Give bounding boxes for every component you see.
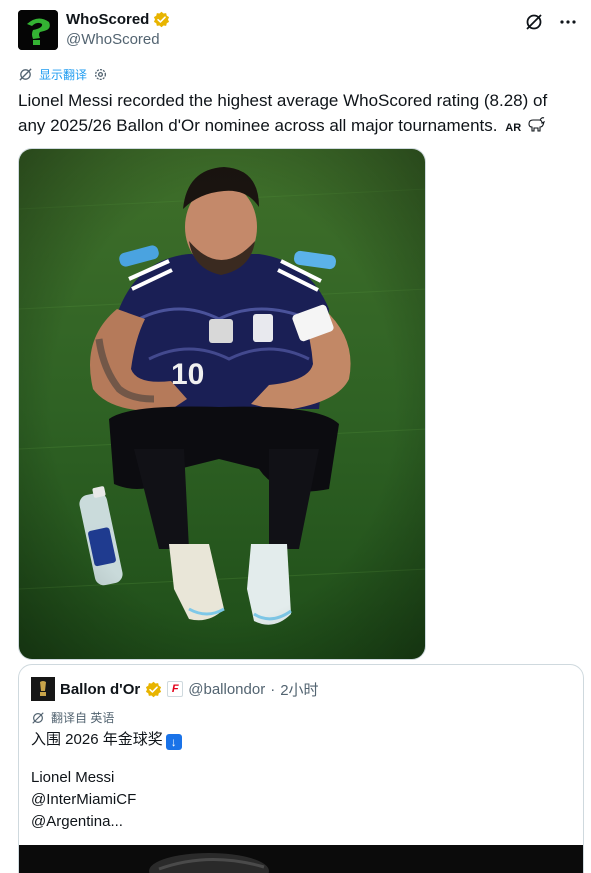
translated-from-label: 翻译自 英语 <box>51 711 115 725</box>
tweet-header: WhoScored @WhoScored <box>18 10 578 52</box>
translate-row: 显示翻译 <box>18 66 108 83</box>
quoted-tweet-header: Ballon d'Or F @ballondor · 2小时 <box>31 677 319 701</box>
whoscored-avatar[interactable] <box>18 10 58 50</box>
quoted-line-1-text: 入围 2026 年金球奖 <box>31 731 163 748</box>
quoted-tweet-text: 入围 2026 年金球奖 ↓ Lionel Messi @InterMiamiCF… <box>31 729 182 833</box>
grok-icon[interactable] <box>524 12 544 32</box>
ar-tag: AR <box>505 122 522 134</box>
affiliate-badge-icon: F <box>167 681 184 697</box>
quoted-timestamp[interactable]: 2小时 <box>280 679 318 700</box>
more-icon[interactable] <box>558 12 578 32</box>
quoted-author-handle[interactable]: @ballondor <box>188 681 265 698</box>
quoted-mention-argentina[interactable]: @Argentina... <box>31 811 182 833</box>
ballondor-avatar[interactable] <box>31 677 55 701</box>
show-translation-link[interactable]: 显示翻译 <box>39 66 87 83</box>
author-handle[interactable]: @WhoScored <box>66 31 160 48</box>
quoted-line-3: Lionel Messi <box>31 769 115 786</box>
tweet-body: Lionel Messi recorded the highest averag… <box>18 91 548 135</box>
quoted-line-1: 入围 2026 年金球奖 ↓ <box>31 729 182 751</box>
separator-dot: · <box>270 680 276 698</box>
author-display-name[interactable]: WhoScored <box>66 11 149 28</box>
tweet-text: Lionel Messi recorded the highest averag… <box>18 88 578 141</box>
quoted-mention-intermiami[interactable]: @InterMiamiCF <box>31 789 182 811</box>
quoted-translation-note: 翻译自 英语 <box>31 709 114 726</box>
translate-icon <box>19 68 32 81</box>
goat-emoji-icon <box>528 117 545 132</box>
quoted-tweet-media[interactable] <box>19 845 583 873</box>
verified-badge-icon <box>146 681 162 697</box>
quoted-tweet[interactable]: Ballon d'Or F @ballondor · 2小时 翻译自 英语 入围… <box>18 664 584 873</box>
translate-icon <box>32 711 44 724</box>
quoted-blank-line <box>31 751 182 767</box>
quoted-author-name[interactable]: Ballon d'Or <box>60 681 140 698</box>
tweet-photo[interactable]: 10 <box>18 148 426 660</box>
down-arrow-emoji-icon: ↓ <box>165 734 182 750</box>
settings-icon[interactable] <box>93 67 108 82</box>
verified-badge-icon <box>154 11 170 28</box>
